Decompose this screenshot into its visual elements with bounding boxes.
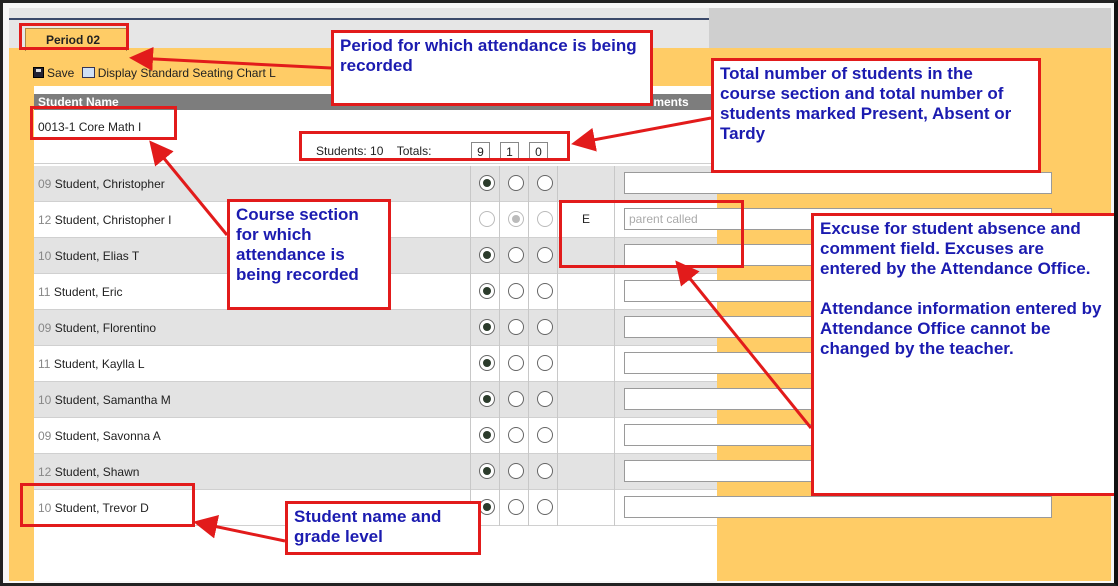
arrow-totals — [571, 116, 712, 152]
screenshot-frame: Period 02 Save Display Standard Seating … — [0, 0, 1118, 586]
arrow-student-name — [193, 514, 286, 543]
annotation-arrows — [129, 46, 813, 543]
arrow-period — [129, 46, 332, 71]
arrow-excuse — [675, 260, 813, 429]
arrow-course — [149, 140, 229, 236]
